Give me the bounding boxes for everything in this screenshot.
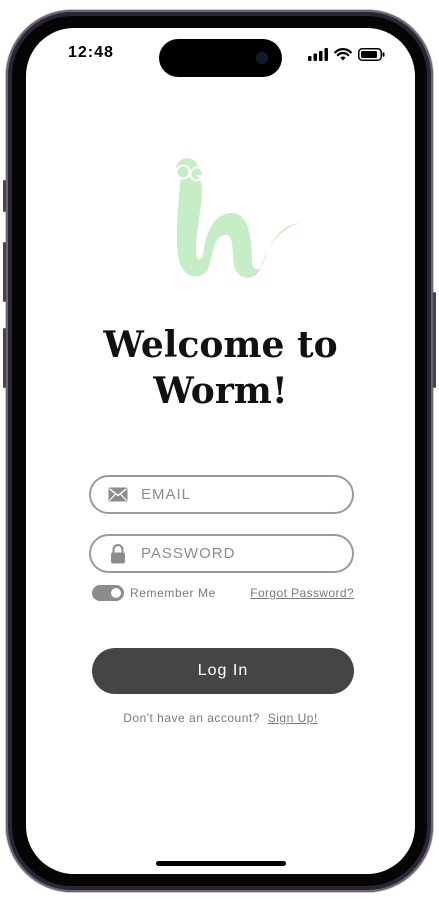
action-button: [3, 180, 6, 212]
signup-prompt-text: Don't have an account?: [123, 711, 260, 725]
power-button: [433, 292, 436, 388]
welcome-title-line2: Worm!: [153, 370, 288, 412]
welcome-title-line1: Welcome to: [103, 324, 338, 366]
login-button[interactable]: Log In: [92, 648, 354, 694]
app-screen: 12:48 Welcome to Worm! EMAIL Remember Me…: [26, 28, 415, 874]
wifi-icon: [334, 48, 352, 61]
password-field[interactable]: [89, 534, 354, 573]
welcome-title: Welcome to Worm!: [26, 322, 415, 414]
worm-logo-icon: [175, 158, 300, 278]
login-options: Remember Me Forgot Password?: [92, 584, 354, 604]
signup-link[interactable]: Sign Up!: [268, 711, 318, 725]
home-indicator[interactable]: [156, 861, 286, 866]
lock-icon: [107, 543, 129, 565]
status-icons: [308, 48, 385, 61]
battery-icon: [358, 48, 385, 61]
toggle-knob: [111, 588, 121, 598]
email-field[interactable]: [89, 475, 354, 514]
remember-me-toggle[interactable]: [92, 585, 124, 601]
volume-up-button: [3, 242, 6, 302]
envelope-icon: [107, 484, 129, 506]
status-time: 12:48: [68, 44, 114, 61]
password-input[interactable]: [141, 545, 331, 562]
dynamic-island: [159, 39, 282, 77]
email-input[interactable]: [141, 486, 331, 503]
front-camera-icon: [256, 52, 268, 64]
volume-down-button: [3, 328, 6, 388]
remember-me-label: Remember Me: [130, 586, 216, 600]
signup-prompt: Don't have an account? Sign Up!: [26, 711, 415, 725]
forgot-password-link[interactable]: Forgot Password?: [250, 586, 354, 600]
cellular-signal-icon: [308, 48, 328, 61]
